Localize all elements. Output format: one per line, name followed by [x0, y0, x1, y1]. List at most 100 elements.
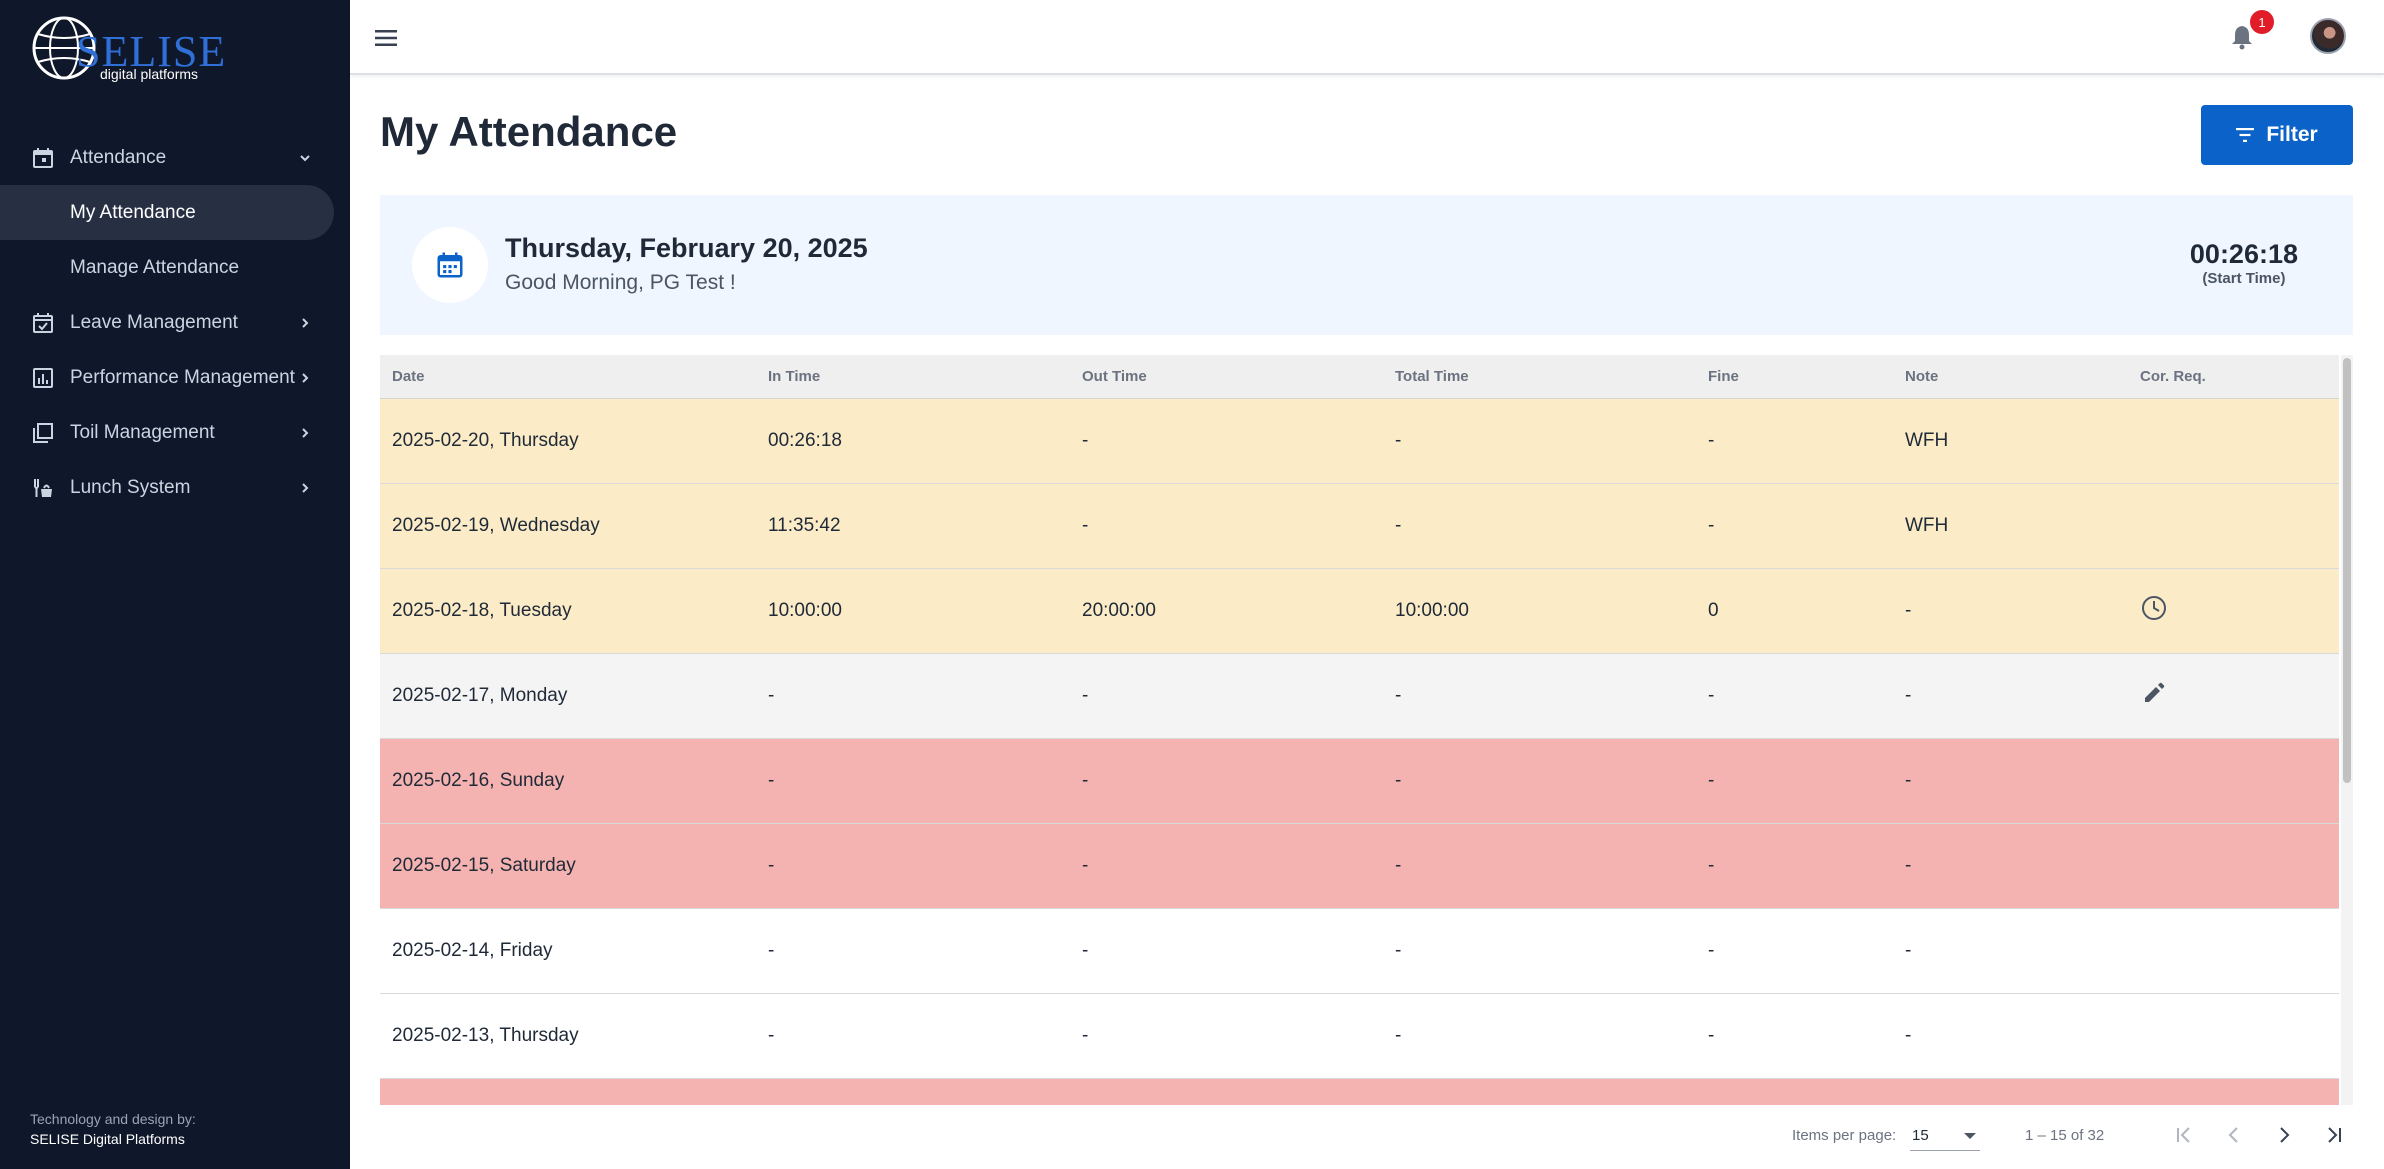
items-per-page-label: Items per page:: [1792, 1127, 1897, 1144]
cell-note: WFH: [1905, 515, 1949, 536]
sidebar-nav: Attendance My Attendance Manage Attendan…: [0, 130, 350, 515]
start-time-value: 00:26:18: [2189, 239, 2298, 269]
cell-note: -: [1905, 685, 1912, 706]
items-per-page-value: 15: [1912, 1127, 1929, 1144]
previous-page-button[interactable]: [2218, 1119, 2250, 1151]
cell-in-time: -: [768, 770, 775, 791]
cell-correction-request: [2130, 594, 2339, 628]
credits-line: Technology and design by:: [30, 1111, 196, 1127]
cell-date: 2025-02-15, Saturday: [392, 855, 576, 876]
copy-icon: [30, 420, 56, 446]
current-date: Thursday, February 20, 2025: [505, 233, 868, 263]
sidebar-item-label: Attendance: [70, 146, 167, 168]
greeting: Good Morning, PG Test !: [505, 271, 736, 294]
cell-fine: -: [1708, 1025, 1715, 1046]
chevron-down-icon: [300, 154, 310, 161]
table-row: 2025-02-15, Saturday - - - - -: [380, 824, 2339, 909]
cell-date: 2025-02-13, Thursday: [392, 1025, 579, 1046]
top-bar: 1: [350, 0, 2384, 75]
column-header-in-time: In Time: [768, 368, 821, 385]
cell-in-time: -: [768, 855, 775, 876]
sidebar-item-attendance[interactable]: Attendance: [0, 130, 350, 185]
chevron-right-icon: [302, 317, 309, 328]
menu-icon[interactable]: [372, 24, 400, 52]
cell-note: -: [1905, 855, 1912, 876]
attendance-table: Date In Time Out Time Total Time Fine No…: [380, 355, 2339, 1105]
company-logo[interactable]: SELISE digital platforms: [30, 14, 225, 86]
table-row: 2025-02-13, Thursday - - - - -: [380, 994, 2339, 1079]
sidebar-item-label: Toil Management: [70, 421, 215, 443]
first-page-icon: [2177, 1127, 2190, 1143]
first-page-button[interactable]: [2168, 1119, 2200, 1151]
avatar[interactable]: [2310, 18, 2346, 54]
cell-out-time: -: [1082, 940, 1089, 961]
pencil-icon[interactable]: [2140, 679, 2168, 707]
cell-note: -: [1905, 770, 1912, 791]
cell-out-time: -: [1082, 1025, 1089, 1046]
sidebar-item-manage-attendance[interactable]: Manage Attendance: [0, 240, 350, 295]
cell-date: 2025-02-19, Wednesday: [392, 515, 600, 536]
last-page-button[interactable]: [2318, 1119, 2350, 1151]
sidebar-item-label: Leave Management: [70, 311, 238, 333]
cell-fine: -: [1708, 855, 1715, 876]
cell-total-time: -: [1395, 940, 1402, 961]
sidebar-item-performance-management[interactable]: Performance Management: [0, 350, 350, 405]
table-row: 2025-02-17, Monday - - - - -: [380, 654, 2339, 739]
sidebar-item-my-attendance[interactable]: My Attendance: [0, 185, 334, 240]
cell-out-time: -: [1082, 430, 1089, 451]
sidebar-item-leave-management[interactable]: Leave Management: [0, 295, 350, 350]
sidebar: SELISE digital platforms Attendance My A…: [0, 0, 350, 1169]
food-icon: [30, 475, 56, 501]
filter-button-label: Filter: [2266, 123, 2318, 146]
cell-date: 2025-02-16, Sunday: [392, 770, 565, 791]
sidebar-item-label: My Attendance: [70, 201, 196, 223]
column-header-fine: Fine: [1708, 368, 1739, 385]
cell-note: -: [1905, 600, 1912, 621]
table-row: 2025-02-14, Friday - - - - -: [380, 909, 2339, 994]
cell-total-time: -: [1395, 685, 1402, 706]
page-range: 1 – 15 of 32: [2025, 1127, 2105, 1144]
cell-total-time: -: [1395, 1025, 1402, 1046]
cell-correction-request: [2130, 679, 2339, 713]
table-row: 2025-02-16, Sunday - - - - -: [380, 739, 2339, 824]
column-header-total-time: Total Time: [1395, 368, 1469, 385]
clock-icon[interactable]: [2140, 594, 2168, 622]
last-page-icon: [2328, 1127, 2341, 1143]
chevron-left-icon: [2228, 1127, 2238, 1143]
sidebar-item-label: Manage Attendance: [70, 256, 240, 278]
cell-date: 2025-02-18, Tuesday: [392, 600, 572, 621]
filter-button[interactable]: Filter: [2201, 105, 2353, 165]
column-header-note: Note: [1905, 368, 1939, 385]
credits-company: SELISE Digital Platforms: [30, 1131, 185, 1147]
sidebar-item-label: Lunch System: [70, 476, 191, 498]
chevron-right-icon: [302, 482, 309, 493]
table-row: 2025-02-20, Thursday 00:26:18 - - - WFH: [380, 399, 2339, 484]
chevron-right-icon: [2280, 1127, 2290, 1143]
items-per-page-select[interactable]: 15: [1910, 1119, 1980, 1151]
cell-fine: -: [1708, 515, 1715, 536]
cell-total-time: -: [1395, 430, 1402, 451]
column-header-date: Date: [392, 368, 425, 385]
table-scrollbar-thumb[interactable]: [2343, 358, 2351, 783]
date-card: Thursday, February 20, 2025 Good Morning…: [380, 195, 2353, 335]
table-row: [380, 1079, 2339, 1105]
cell-date: 2025-02-14, Friday: [392, 940, 553, 961]
cell-fine: -: [1708, 685, 1715, 706]
column-header-correction-request: Cor. Req.: [2140, 368, 2206, 385]
cell-fine: -: [1708, 430, 1715, 451]
calendar-icon: [437, 252, 463, 278]
cell-total-time: 10:00:00: [1395, 600, 1469, 621]
cell-total-time: -: [1395, 515, 1402, 536]
sidebar-item-toil-management[interactable]: Toil Management: [0, 405, 350, 460]
notification-badge: 1: [2250, 10, 2274, 34]
date-card-icon-wrap: [412, 227, 488, 303]
start-time: 00:26:18 (Start Time): [2190, 239, 2298, 287]
next-page-button[interactable]: [2268, 1119, 2300, 1151]
calendar-icon: [30, 145, 56, 171]
paginator: Items per page: 15 1 – 15 of 32: [350, 1105, 2384, 1169]
sidebar-item-lunch-system[interactable]: Lunch System: [0, 460, 350, 515]
cell-out-time: -: [1082, 515, 1089, 536]
cell-out-time: -: [1082, 770, 1089, 791]
credits: Technology and design by: SELISE Digital…: [30, 1109, 196, 1149]
table-row: 2025-02-18, Tuesday 10:00:00 20:00:00 10…: [380, 569, 2339, 654]
